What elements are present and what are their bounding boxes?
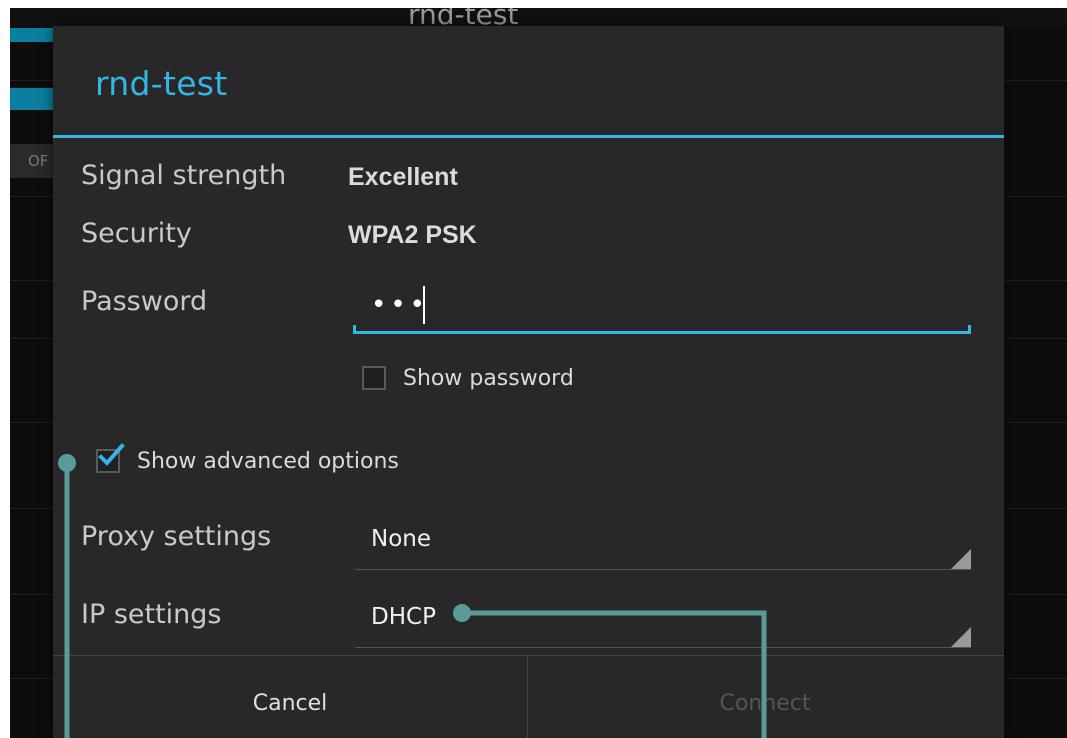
- ip-settings-spinner[interactable]: DHCP: [355, 598, 971, 648]
- password-input[interactable]: •••: [353, 282, 971, 334]
- dropdown-corner-icon: [951, 627, 971, 647]
- background-toggle-off: OF: [10, 144, 54, 178]
- proxy-settings-value: None: [371, 526, 432, 552]
- connect-button[interactable]: Connect: [528, 656, 1002, 738]
- proxy-settings-label: Proxy settings: [81, 521, 272, 552]
- show-advanced-options-checkbox[interactable]: [96, 443, 125, 473]
- ip-settings-label: IP settings: [81, 599, 222, 630]
- input-underline-tick: [353, 325, 356, 334]
- input-underline: [353, 331, 971, 334]
- password-masked-value: •••: [371, 290, 430, 320]
- background-action-bar: [10, 8, 1067, 26]
- android-screen: rnd-test OF rnd-test Signal strength Exc…: [10, 8, 1067, 738]
- password-label: Password: [81, 286, 208, 317]
- dialog-title: rnd-test: [95, 64, 228, 103]
- background-accent-bar: [10, 88, 54, 110]
- wifi-connect-dialog: rnd-test Signal strength Excellent Secur…: [53, 26, 1004, 738]
- proxy-settings-spinner[interactable]: None: [355, 520, 971, 570]
- show-password-label: Show password: [403, 366, 574, 391]
- security-label: Security: [81, 218, 192, 249]
- input-underline-tick: [968, 325, 971, 334]
- security-value: WPA2 PSK: [348, 221, 477, 249]
- dropdown-corner-icon: [951, 549, 971, 569]
- cancel-button[interactable]: Cancel: [53, 656, 527, 738]
- show-password-checkbox[interactable]: [362, 366, 386, 390]
- signal-strength-value: Excellent: [348, 163, 458, 191]
- spinner-underline: [355, 647, 971, 648]
- title-divider: [53, 135, 1004, 138]
- spinner-underline: [355, 569, 971, 570]
- show-advanced-options-label: Show advanced options: [137, 449, 399, 474]
- text-caret: [423, 286, 425, 324]
- background-accent-bar: [10, 28, 54, 42]
- signal-strength-label: Signal strength: [81, 160, 287, 191]
- checkmark-icon: [98, 443, 125, 466]
- ip-settings-value: DHCP: [371, 604, 436, 630]
